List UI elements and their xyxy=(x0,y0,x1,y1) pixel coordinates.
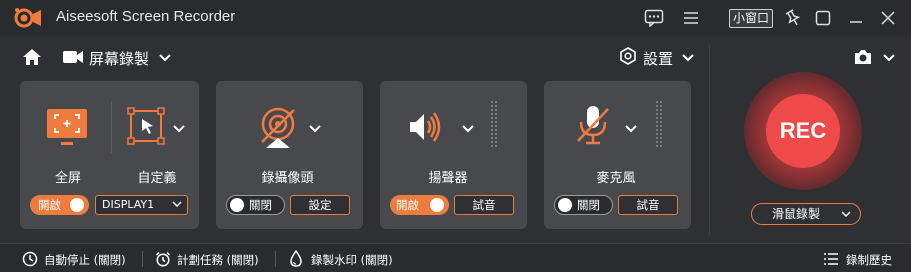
webcam-off-icon[interactable] xyxy=(258,106,300,150)
microphone-off-icon[interactable] xyxy=(575,104,611,146)
history-list-icon[interactable] xyxy=(823,252,839,266)
microphone-toggle[interactable]: 關閉 xyxy=(554,195,613,215)
record-mode-label[interactable]: 屏幕錄製 xyxy=(89,48,149,69)
toggle-knob xyxy=(230,198,244,212)
bottom-separator xyxy=(275,251,276,267)
title-bar: Aiseesoft Screen Recorder 小窗口 xyxy=(0,0,911,36)
custom-region-chevron-icon[interactable] xyxy=(172,124,186,134)
close-icon[interactable] xyxy=(880,10,896,26)
speaker-test-button[interactable]: 試音 xyxy=(454,195,514,215)
speaker-level-meter xyxy=(491,101,499,149)
watermark-drop-icon[interactable] xyxy=(289,250,303,268)
chevron-down-icon[interactable] xyxy=(158,53,172,63)
fullscreen-label: 全屏 xyxy=(54,171,81,186)
schedule-alarm-icon[interactable] xyxy=(155,251,171,267)
mouse-record-label: 滑鼠錄製 xyxy=(772,207,821,221)
rec-button[interactable]: REC xyxy=(766,94,840,168)
mouse-record-chevron-icon xyxy=(841,210,851,218)
panel-divider xyxy=(709,45,710,235)
menu-icon[interactable] xyxy=(683,11,699,25)
auto-stop-clock-icon[interactable] xyxy=(22,251,38,267)
settings-chevron-icon[interactable] xyxy=(681,53,695,63)
toggle-knob xyxy=(70,198,84,212)
screenshot-camera-icon[interactable] xyxy=(853,48,873,66)
webcam-toggle-label: 關閉 xyxy=(249,198,272,212)
video-camera-icon xyxy=(62,49,84,65)
auto-stop-label[interactable]: 自動停止 (關閉) xyxy=(44,252,126,268)
settings-gear-icon[interactable] xyxy=(619,47,637,65)
bottom-separator xyxy=(142,251,143,267)
feedback-icon[interactable] xyxy=(644,9,664,27)
speaker-icon[interactable] xyxy=(408,110,442,144)
watermark-label[interactable]: 錄製水印 (關閉) xyxy=(311,252,393,268)
settings-label[interactable]: 設置 xyxy=(643,48,673,69)
mouse-record-button[interactable]: 滑鼠錄製 xyxy=(751,203,861,225)
app-title: Aiseesoft Screen Recorder xyxy=(56,8,236,25)
microphone-label: 麥克風 xyxy=(596,171,636,186)
speaker-toggle[interactable]: 開啟 xyxy=(390,195,449,215)
pin-icon[interactable] xyxy=(785,9,801,27)
minimize-icon[interactable] xyxy=(848,10,864,26)
history-label[interactable]: 錄制歷史 xyxy=(846,252,892,268)
card-separator xyxy=(111,101,112,153)
home-icon[interactable] xyxy=(22,48,42,66)
microphone-level-meter xyxy=(656,101,664,149)
display-select[interactable]: DISPLAY1 xyxy=(95,195,188,215)
webcam-label: 錄攝像頭 xyxy=(261,171,314,186)
webcam-toggle[interactable]: 關閉 xyxy=(226,195,285,215)
screenshot-chevron-icon[interactable] xyxy=(882,53,896,63)
custom-region-icon[interactable] xyxy=(127,107,165,145)
webcam-settings-button[interactable]: 設定 xyxy=(290,195,350,215)
microphone-toggle-label: 關閉 xyxy=(577,198,600,212)
toggle-knob xyxy=(430,198,444,212)
fullscreen-icon[interactable] xyxy=(46,108,88,148)
webcam-chevron-icon[interactable] xyxy=(308,124,322,134)
minimize-tray-icon[interactable] xyxy=(815,10,831,26)
display-select-value: DISPLAY1 xyxy=(102,198,155,211)
app-logo-icon xyxy=(14,7,42,29)
schedule-label[interactable]: 計劃任務 (關閉) xyxy=(177,252,259,268)
screen-toggle-label: 開啟 xyxy=(38,198,61,212)
microphone-test-button[interactable]: 試音 xyxy=(618,195,678,215)
mini-window-button[interactable]: 小窗口 xyxy=(729,9,773,28)
speaker-chevron-icon[interactable] xyxy=(461,124,475,134)
screen-toggle[interactable]: 開啟 xyxy=(30,195,89,215)
speaker-toggle-label: 開啟 xyxy=(396,198,419,212)
display-chevron-icon xyxy=(172,200,182,208)
bottom-bar xyxy=(0,243,911,272)
toggle-knob xyxy=(558,198,572,212)
speaker-label: 揚聲器 xyxy=(428,171,468,186)
custom-region-label: 自定義 xyxy=(137,171,177,186)
microphone-chevron-icon[interactable] xyxy=(624,124,638,134)
